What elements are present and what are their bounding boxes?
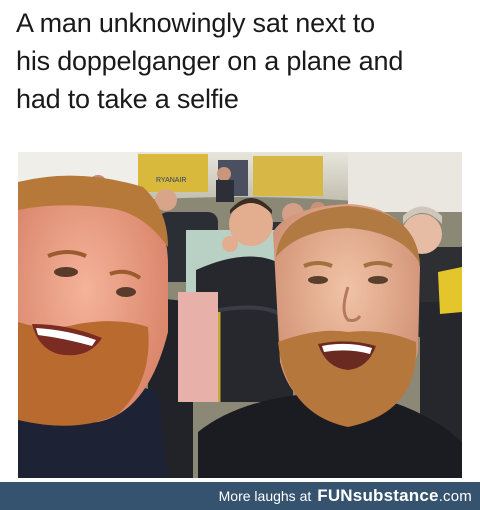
cabin-sign: RYANAIR bbox=[156, 177, 186, 184]
selfie-photo: RYANAIR bbox=[18, 152, 462, 478]
logo-fun: FUN bbox=[317, 486, 353, 505]
logo-tld: .com bbox=[438, 488, 472, 505]
site-footer-banner[interactable]: More laughs at FUNsubstance.com bbox=[0, 482, 480, 510]
caption-line-2: his doppelganger on a plane and bbox=[16, 46, 404, 76]
funsubstance-logo[interactable]: FUNsubstance.com bbox=[317, 486, 472, 506]
selfie-illustration: RYANAIR bbox=[18, 152, 462, 478]
footer-prefix-text: More laughs at bbox=[218, 488, 312, 504]
logo-substance: substance bbox=[352, 486, 439, 505]
meme-caption: A man unknowingly sat next to his doppel… bbox=[16, 4, 468, 118]
caption-line-1: A man unknowingly sat next to bbox=[16, 8, 375, 38]
caption-line-3: had to take a selfie bbox=[16, 84, 239, 114]
